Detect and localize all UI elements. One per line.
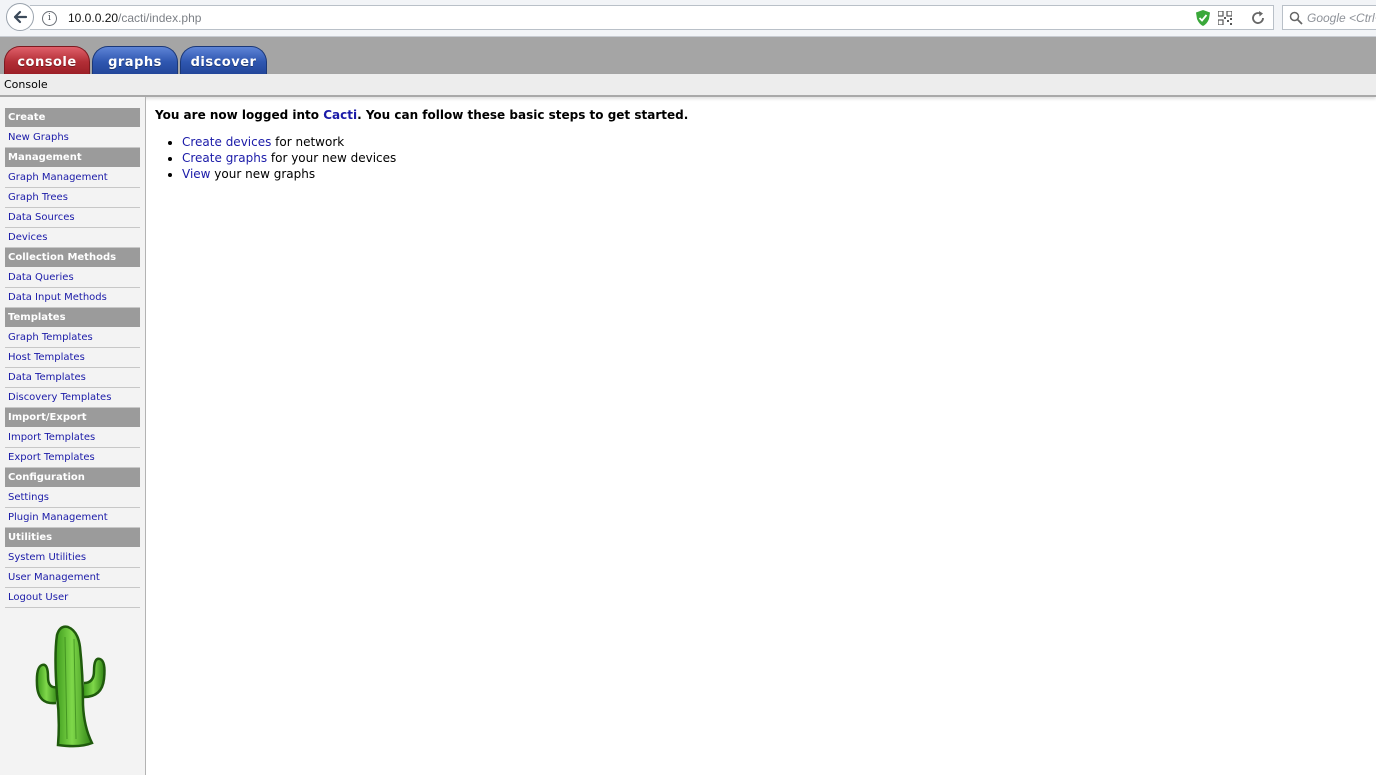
sidebar-item-system-utilities[interactable]: System Utilities xyxy=(5,548,140,568)
create-graphs-link[interactable]: Create graphs xyxy=(182,151,267,165)
menu-section-header: Collection Methods xyxy=(5,248,140,267)
url-host: 10.0.0.20 xyxy=(68,11,119,25)
sidebar-item-discovery-templates[interactable]: Discovery Templates xyxy=(5,388,140,408)
sidebar-item-host-templates[interactable]: Host Templates xyxy=(5,348,140,368)
view-graphs-link[interactable]: View xyxy=(182,167,210,181)
back-button[interactable] xyxy=(6,3,34,31)
sidebar-item-label: Graph Templates xyxy=(8,332,93,343)
tab-bar: console graphs discover xyxy=(0,37,1376,74)
address-bar[interactable]: i 10.0.0.20/cacti/index.php xyxy=(30,5,1274,30)
sidebar-item-data-input-methods[interactable]: Data Input Methods xyxy=(5,288,140,308)
menu-section-header: Create xyxy=(5,108,140,127)
sidebar-item-data-sources[interactable]: Data Sources xyxy=(5,208,140,228)
url-text[interactable]: 10.0.0.20/cacti/index.php xyxy=(68,11,201,25)
sidebar-item-data-templates[interactable]: Data Templates xyxy=(5,368,140,388)
search-icon xyxy=(1289,11,1303,25)
welcome-message: You are now logged into Cacti. You can f… xyxy=(155,107,688,124)
search-field[interactable]: Google <Ctrl+K> xyxy=(1282,5,1376,30)
main-content: You are now logged into Cacti. You can f… xyxy=(155,107,688,182)
sidebar-item-export-templates[interactable]: Export Templates xyxy=(5,448,140,468)
sidebar-item-graph-templates[interactable]: Graph Templates xyxy=(5,328,140,348)
sidebar-menu: Create New Graphs Management Graph Manageme… xyxy=(5,108,140,608)
sidebar-item-user-management[interactable]: User Management xyxy=(5,568,140,588)
step-text: for network xyxy=(271,135,345,149)
welcome-text-post: . You can follow these basic steps to ge… xyxy=(357,108,689,122)
browser-toolbar: i 10.0.0.20/cacti/index.php Google <Ctrl xyxy=(0,0,1376,37)
back-arrow-icon xyxy=(13,10,28,24)
sidebar-item-label: Logout User xyxy=(8,592,69,603)
search-placeholder: Google <Ctrl+K> xyxy=(1307,11,1376,25)
sidebar-item-label: Data Queries xyxy=(8,272,74,283)
menu-section-header: Templates xyxy=(5,308,140,327)
sidebar-item-label: Data Templates xyxy=(8,372,86,383)
welcome-text-pre: You are now logged into xyxy=(155,108,324,122)
step-item: Create devices for network xyxy=(182,134,688,150)
reload-icon[interactable] xyxy=(1250,10,1266,26)
step-item: View your new graphs xyxy=(182,166,688,182)
sidebar-item-label: Discovery Templates xyxy=(8,392,112,403)
shield-icon[interactable] xyxy=(1196,10,1210,26)
sidebar-item-devices[interactable]: Devices xyxy=(5,228,140,248)
sidebar-item-settings[interactable]: Settings xyxy=(5,488,140,508)
tab-discover[interactable]: discover xyxy=(180,46,267,74)
sidebar-item-label: User Management xyxy=(8,572,100,583)
menu-section-header: Configuration xyxy=(5,468,140,487)
url-path: /cacti/index.php xyxy=(118,11,202,25)
cacti-link[interactable]: Cacti xyxy=(323,108,357,122)
step-item: Create graphs for your new devices xyxy=(182,150,688,166)
menu-section-header: Import/Export xyxy=(5,408,140,427)
sidebar-item-label: Graph Trees xyxy=(8,192,68,203)
sidebar-item-logout-user[interactable]: Logout User xyxy=(5,588,140,608)
info-icon[interactable]: i xyxy=(42,11,57,26)
cacti-cactus-logo-icon xyxy=(35,625,106,748)
getting-started-steps: Create devices for network Create graphs… xyxy=(155,134,688,182)
sidebar-item-label: Export Templates xyxy=(8,452,95,463)
sidebar-item-graph-trees[interactable]: Graph Trees xyxy=(5,188,140,208)
sidebar-item-label: New Graphs xyxy=(8,132,69,143)
tab-console[interactable]: console xyxy=(4,46,90,74)
sidebar-item-label: Data Sources xyxy=(8,212,75,223)
sidebar-item-label: Host Templates xyxy=(8,352,85,363)
menu-section-header: Utilities xyxy=(5,528,140,547)
sidebar-item-data-queries[interactable]: Data Queries xyxy=(5,268,140,288)
breadcrumb: Console xyxy=(4,78,48,91)
sidebar: Create New Graphs Management Graph Manageme… xyxy=(0,97,146,775)
step-text: for your new devices xyxy=(267,151,397,165)
tab-graphs[interactable]: graphs xyxy=(92,46,178,74)
sidebar-item-label: Import Templates xyxy=(8,432,96,443)
sidebar-item-new-graphs[interactable]: New Graphs xyxy=(5,128,140,148)
sidebar-item-plugin-management[interactable]: Plugin Management xyxy=(5,508,140,528)
sidebar-item-label: Plugin Management xyxy=(8,512,108,523)
sidebar-item-label: Settings xyxy=(8,492,50,503)
create-devices-link[interactable]: Create devices xyxy=(182,135,271,149)
qr-code-icon[interactable] xyxy=(1218,11,1232,25)
sidebar-item-label: Graph Management xyxy=(8,172,108,183)
sidebar-item-label: Devices xyxy=(8,232,48,243)
sidebar-item-import-templates[interactable]: Import Templates xyxy=(5,428,140,448)
sidebar-item-label: System Utilities xyxy=(8,552,87,563)
sidebar-item-label: Data Input Methods xyxy=(8,292,107,303)
breadcrumb-bar: Console xyxy=(0,74,1376,97)
sidebar-item-graph-management[interactable]: Graph Management xyxy=(5,168,140,188)
step-text: your new graphs xyxy=(210,167,316,181)
menu-section-header: Management xyxy=(5,148,140,167)
